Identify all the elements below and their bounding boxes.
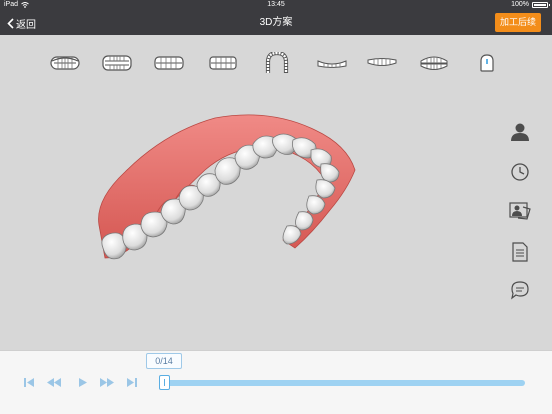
view-upper-front-button[interactable] bbox=[365, 52, 399, 74]
dental-3d-model[interactable] bbox=[85, 100, 375, 275]
fast-forward-button[interactable] bbox=[99, 375, 115, 389]
view-upper-front-icon bbox=[367, 58, 397, 66]
top-bar: iPad 13:45 100% 返回 3D方案 加工后续 bbox=[0, 0, 552, 35]
view-front-closed-button[interactable] bbox=[48, 52, 82, 74]
process-followup-button[interactable]: 加工后续 bbox=[494, 13, 541, 32]
battery-percent: 100% bbox=[511, 1, 529, 8]
playback-bar: 0/14 bbox=[0, 350, 552, 414]
document-button[interactable] bbox=[509, 241, 531, 263]
rewind-button[interactable] bbox=[46, 375, 62, 389]
battery-icon bbox=[532, 2, 550, 8]
view-left-button[interactable] bbox=[152, 52, 186, 74]
app-window: iPad 13:45 100% 返回 3D方案 加工后续 0/14 bbox=[0, 0, 552, 414]
view-right-icon bbox=[209, 56, 237, 70]
view-toolbar bbox=[0, 35, 552, 93]
view-front-closed-icon bbox=[50, 56, 80, 70]
view-upper-occlusal-button[interactable] bbox=[260, 52, 294, 74]
view-single-tooth-icon bbox=[480, 54, 494, 72]
comment-button[interactable] bbox=[509, 279, 531, 301]
last-frame-button[interactable] bbox=[124, 375, 140, 389]
status-time: 13:45 bbox=[267, 1, 285, 8]
view-single-tooth-button[interactable] bbox=[470, 52, 504, 74]
view-both-arches-icon bbox=[420, 56, 448, 70]
skip-to-end-icon bbox=[127, 377, 137, 387]
history-button[interactable] bbox=[509, 161, 531, 183]
document-icon bbox=[512, 242, 528, 262]
view-lower-front-button[interactable] bbox=[315, 52, 349, 74]
clock-icon bbox=[511, 163, 529, 181]
view-front-open-icon bbox=[102, 55, 132, 71]
first-frame-button[interactable] bbox=[21, 375, 37, 389]
status-right: 100% bbox=[511, 0, 550, 9]
view-front-open-button[interactable] bbox=[100, 52, 134, 74]
photo-card-icon bbox=[509, 202, 531, 220]
comment-icon bbox=[511, 281, 529, 300]
play-icon bbox=[79, 377, 87, 387]
play-button[interactable] bbox=[75, 375, 91, 389]
frame-counter: 0/14 bbox=[146, 353, 182, 369]
fast-forward-icon bbox=[100, 377, 114, 387]
patient-icon bbox=[511, 123, 529, 141]
timeline-track[interactable] bbox=[165, 380, 525, 386]
view-right-button[interactable] bbox=[206, 52, 240, 74]
view-lower-front-icon bbox=[317, 60, 347, 68]
view-both-arches-button[interactable] bbox=[417, 52, 451, 74]
patient-button[interactable] bbox=[509, 121, 531, 143]
timeline-thumb[interactable] bbox=[159, 375, 170, 390]
view-left-icon bbox=[154, 56, 184, 70]
status-bar: iPad 13:45 100% bbox=[0, 0, 552, 9]
rewind-icon bbox=[47, 377, 61, 387]
view-upper-occlusal-icon bbox=[265, 52, 289, 73]
skip-to-start-icon bbox=[24, 377, 34, 387]
page-title: 3D方案 bbox=[259, 17, 293, 28]
photos-button[interactable] bbox=[509, 200, 531, 222]
